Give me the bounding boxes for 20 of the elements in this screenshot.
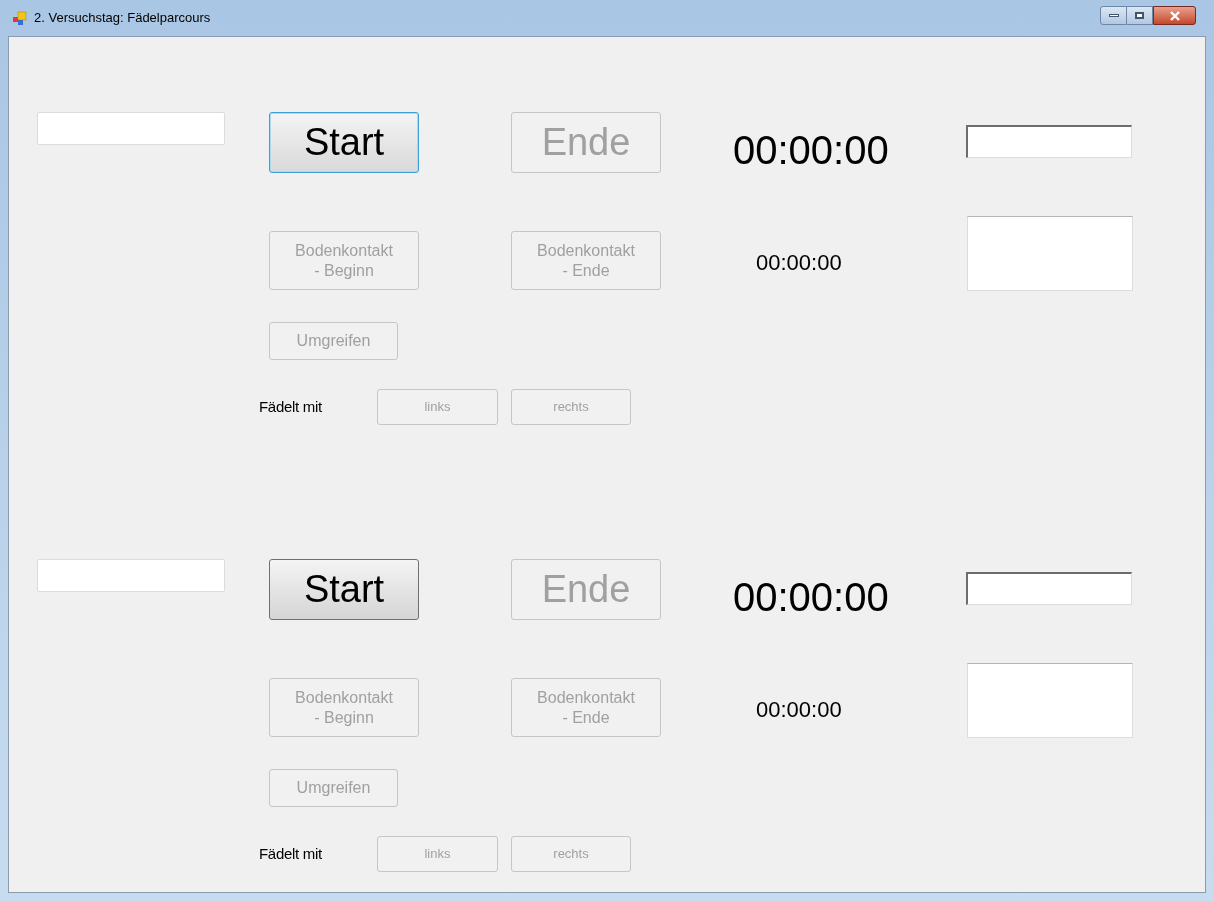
name-field[interactable]: [37, 559, 225, 592]
name-field[interactable]: [37, 112, 225, 145]
threads-label: Fädelt mit: [259, 843, 323, 864]
close-button[interactable]: [1153, 6, 1196, 25]
timer: 00:00:00: [733, 574, 890, 621]
app-icon: [12, 10, 28, 26]
contact-timer: 00:00:00: [756, 249, 843, 277]
contact-timer: 00:00:00: [756, 696, 843, 724]
threads-label: Fädelt mit: [259, 396, 323, 417]
maximize-button[interactable]: [1127, 6, 1153, 25]
time-field[interactable]: [966, 572, 1132, 605]
timer: 00:00:00: [733, 127, 890, 174]
time-field[interactable]: [966, 125, 1132, 158]
notes-field[interactable]: [967, 663, 1133, 738]
start-button[interactable]: Start: [269, 559, 419, 620]
close-icon: [1168, 10, 1181, 21]
window-title: 2. Versuchstag: Fädelparcours: [34, 9, 211, 28]
notes-field[interactable]: [967, 216, 1133, 291]
start-button[interactable]: Start: [269, 112, 419, 173]
minimize-button[interactable]: [1100, 6, 1127, 25]
